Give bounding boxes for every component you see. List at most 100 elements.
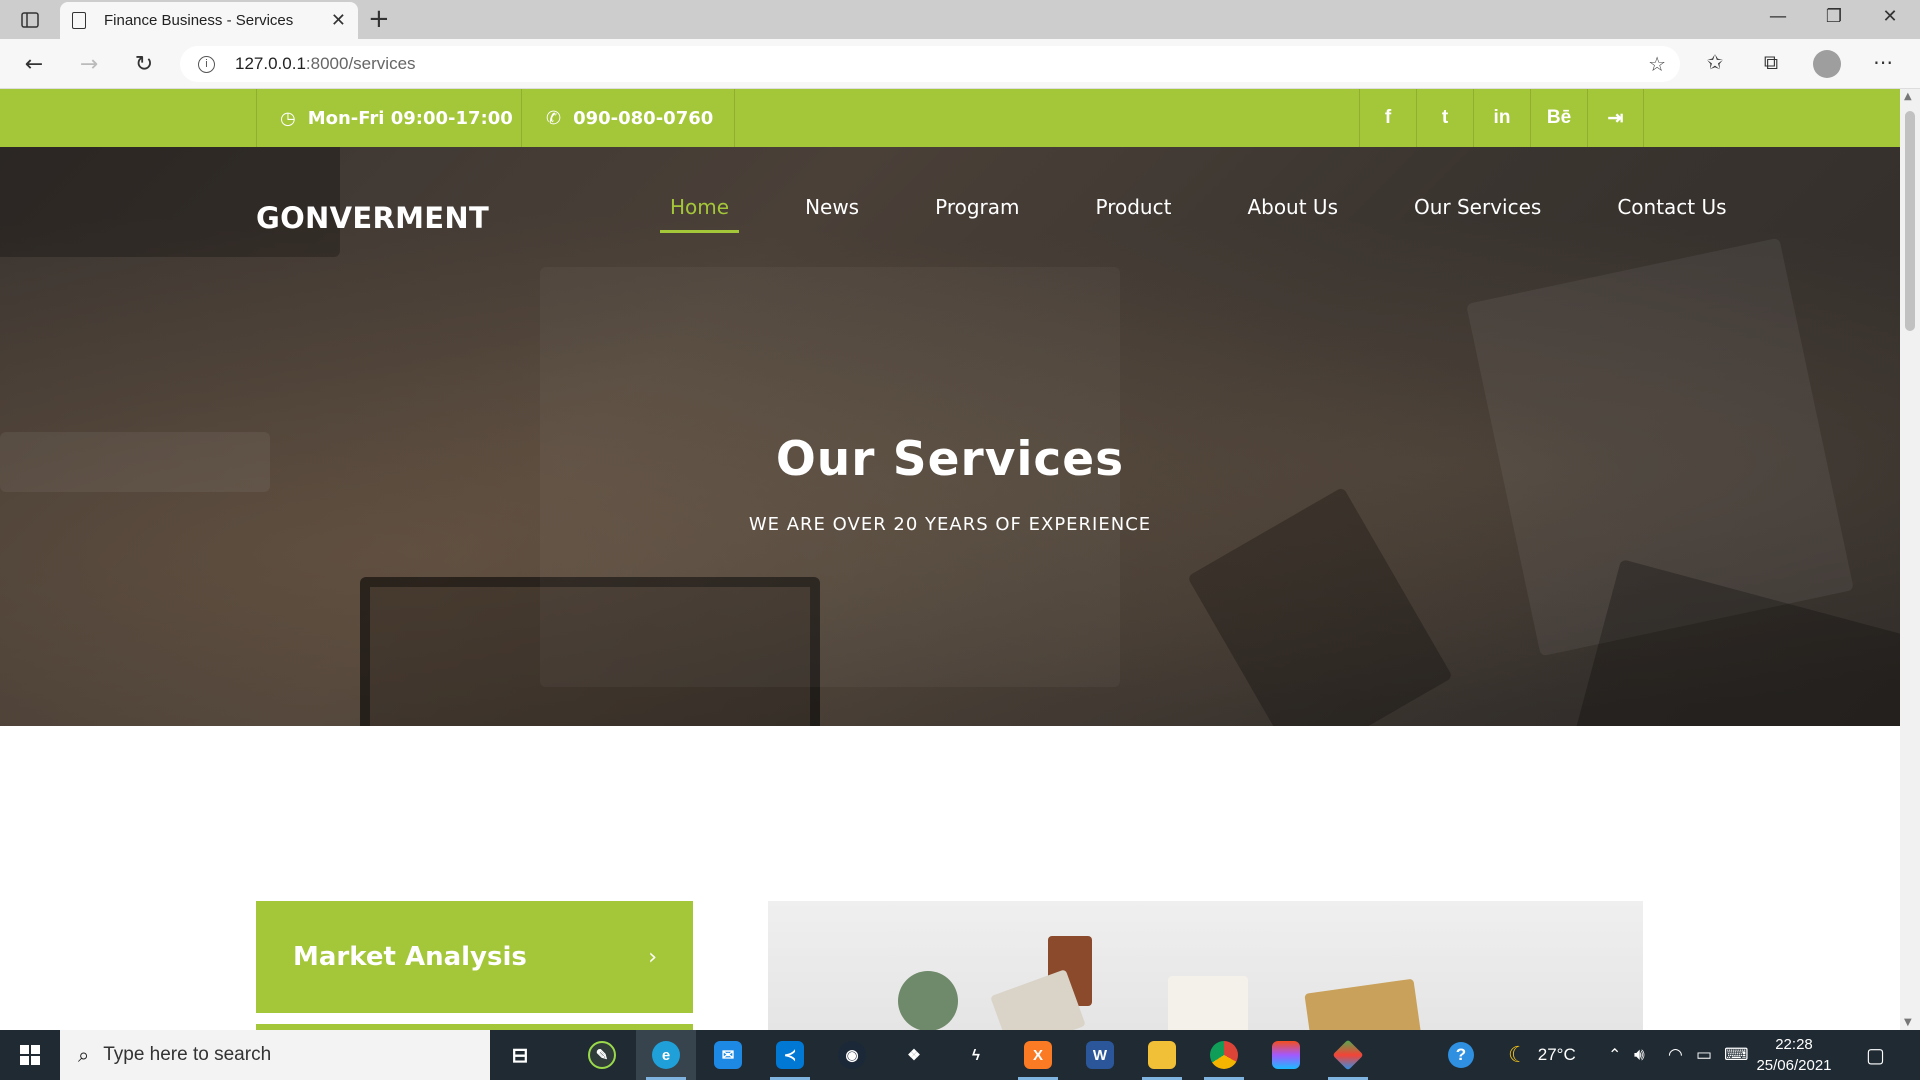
browser-tab-bar: Finance Business - Services ✕ + — ❐ ✕ [0, 0, 1920, 39]
behance-icon[interactable]: Bē [1530, 89, 1587, 147]
scroll-down-icon[interactable]: ▼ [1904, 1017, 1912, 1028]
taskbar-app-sublime[interactable]: ϟ [946, 1030, 1006, 1080]
divider [521, 89, 522, 147]
add-favorite-icon[interactable]: ☆ [1648, 52, 1666, 76]
forward-button[interactable]: → [74, 49, 104, 79]
taskbar-app-vscode[interactable]: ≺ [760, 1030, 820, 1080]
service-item-market-analysis[interactable]: Market Analysis › [256, 901, 693, 1013]
url-path: :8000/services [305, 54, 416, 73]
taskbar-app-mail[interactable]: ✉ [698, 1030, 758, 1080]
windows-taskbar: ⌕ Type here to search ⊟ ✎ e ✉ ≺ ◉ ❖ ϟ X … [0, 1030, 1920, 1080]
xampp-icon: X [1024, 1041, 1052, 1069]
keyboard-icon[interactable]: ⌨ [1724, 1030, 1749, 1080]
tab-title: Finance Business - Services [104, 12, 294, 29]
favorites-icon[interactable]: ✩ [1700, 50, 1730, 74]
notebook-shape [1168, 976, 1248, 1030]
close-tab-icon[interactable]: ✕ [331, 10, 346, 31]
task-view-button[interactable]: ⊟ [490, 1030, 550, 1080]
site-info-icon[interactable]: i [198, 55, 215, 73]
scroll-up-icon[interactable]: ▲ [1904, 91, 1912, 102]
tray-overflow-icon[interactable]: ⌃ [1608, 1030, 1621, 1080]
dropbox-icon: ❖ [907, 1047, 921, 1064]
taskbar-app-figma[interactable] [1256, 1030, 1316, 1080]
taskbar-app-git[interactable] [1318, 1030, 1378, 1080]
task-view-icon: ⊟ [511, 1044, 529, 1067]
service-item-label: Market Analysis [293, 942, 527, 972]
clipboard-shape [1304, 978, 1422, 1030]
logout-icon[interactable]: ⇥ [1587, 89, 1644, 147]
nav-news[interactable]: News [795, 187, 869, 233]
moon-icon: ☾ [1508, 1042, 1528, 1067]
close-window-button[interactable]: ✕ [1862, 6, 1918, 27]
battery-icon[interactable]: ▭ [1696, 1030, 1712, 1080]
restore-button[interactable]: ❐ [1806, 6, 1862, 27]
hours-text: Mon-Fri 09:00-17:00 [307, 107, 513, 129]
weather-widget[interactable]: ☾ 27°C [1508, 1030, 1576, 1080]
profile-avatar[interactable] [1813, 50, 1841, 78]
start-button[interactable] [0, 1030, 60, 1080]
nav-about-us[interactable]: About Us [1237, 187, 1348, 233]
tab-actions-button[interactable] [10, 6, 50, 34]
chrome-icon [1210, 1041, 1238, 1069]
nav-our-services[interactable]: Our Services [1404, 187, 1551, 233]
taskbar-app-steam[interactable]: ◉ [822, 1030, 882, 1080]
browser-toolbar: ← → ↻ i 127.0.0.1:8000/services ☆ ✩ ⧉ ⋯ [0, 39, 1920, 89]
back-button[interactable]: ← [19, 49, 49, 79]
nav-product[interactable]: Product [1086, 187, 1182, 233]
twitter-icon[interactable]: t [1416, 89, 1473, 147]
site-brand[interactable]: GONVERMENT [256, 201, 489, 235]
scrollbar-thumb[interactable] [1905, 111, 1915, 331]
linkedin-icon[interactable]: in [1473, 89, 1530, 147]
clock-icon: ◷ [280, 107, 296, 129]
nav-contact-us[interactable]: Contact Us [1607, 187, 1736, 233]
service-image [768, 901, 1643, 1030]
vscode-icon: ≺ [776, 1041, 804, 1069]
taskbar-app-word[interactable]: W [1070, 1030, 1130, 1080]
address-bar[interactable]: i 127.0.0.1:8000/services ☆ [180, 46, 1680, 82]
top-info-bar: ◷ Mon-Fri 09:00-17:00 ✆ 090-080-0760 f t… [0, 89, 1900, 147]
url-host: 127.0.0.1 [235, 54, 306, 73]
notifications-icon[interactable]: ▢ [1866, 1030, 1885, 1080]
help-icon[interactable]: ? [1448, 1030, 1474, 1080]
hours-info: ◷ Mon-Fri 09:00-17:00 [280, 89, 513, 147]
folder-icon [1148, 1041, 1176, 1069]
chevron-right-icon: › [648, 944, 657, 970]
search-icon: ⌕ [78, 1043, 90, 1067]
page-scrollbar[interactable]: ▲ ▼ [1900, 89, 1920, 1030]
refresh-button[interactable]: ↻ [129, 49, 159, 79]
page-viewport: ◷ Mon-Fri 09:00-17:00 ✆ 090-080-0760 f t… [0, 89, 1900, 1030]
minimize-button[interactable]: — [1750, 6, 1806, 27]
volume-icon[interactable]: 🔊︎ [1634, 1030, 1645, 1080]
wifi-icon[interactable]: ◠ [1668, 1030, 1683, 1080]
word-icon: W [1086, 1041, 1114, 1069]
browser-tab[interactable]: Finance Business - Services ✕ [60, 2, 358, 39]
phone-info: ✆ 090-080-0760 [546, 89, 713, 147]
taskbar-app-dropbox[interactable]: ❖ [884, 1030, 944, 1080]
taskbar-clock[interactable]: 22:28 25/06/2021 [1752, 1034, 1836, 1076]
taskbar-app-xampp[interactable]: X [1008, 1030, 1068, 1080]
windows-logo-icon [20, 1045, 40, 1065]
more-menu-icon[interactable]: ⋯ [1868, 50, 1898, 74]
taskbar-app-chrome[interactable] [1194, 1030, 1254, 1080]
bolt-icon: ϟ [972, 1046, 980, 1064]
taskbar-app-edge[interactable]: e [636, 1030, 696, 1080]
nav-program[interactable]: Program [925, 187, 1029, 233]
plant-shape [898, 971, 958, 1030]
taskbar-app-explorer[interactable] [1132, 1030, 1192, 1080]
figma-icon [1272, 1041, 1300, 1069]
edge-icon: e [652, 1041, 680, 1069]
facebook-icon[interactable]: f [1359, 89, 1416, 147]
clock-date: 25/06/2021 [1756, 1057, 1832, 1074]
divider [256, 89, 257, 147]
pen-app-icon: ✎ [588, 1041, 616, 1069]
clock-time: 22:28 [1775, 1036, 1813, 1053]
taskbar-search[interactable]: ⌕ Type here to search [60, 1030, 490, 1080]
main-navigation: Home News Program Product About Us Our S… [660, 187, 1737, 233]
nav-home[interactable]: Home [660, 187, 740, 233]
divider [734, 89, 735, 147]
steam-icon: ◉ [838, 1041, 866, 1069]
new-tab-button[interactable]: + [368, 4, 390, 34]
collections-icon[interactable]: ⧉ [1756, 50, 1786, 74]
page-subtitle: WE ARE OVER 20 YEARS OF EXPERIENCE [748, 514, 1152, 535]
taskbar-app-pen[interactable]: ✎ [572, 1030, 632, 1080]
